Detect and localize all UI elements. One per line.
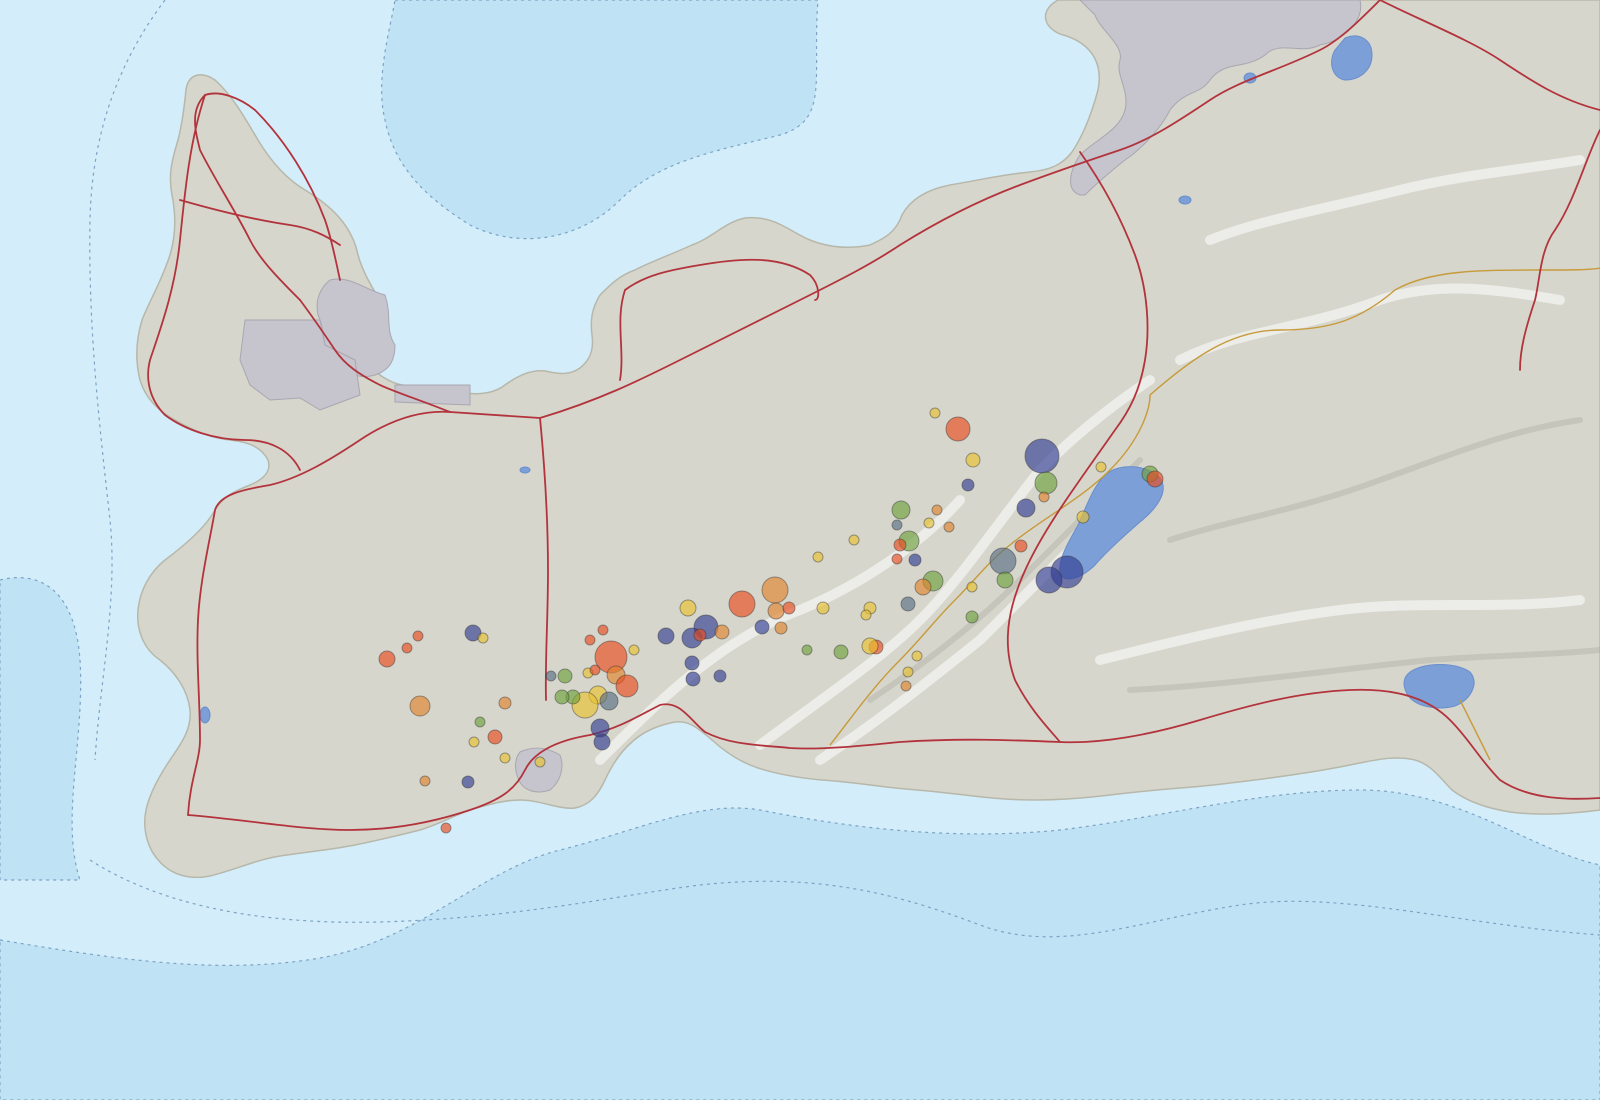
earthquake-marker[interactable] xyxy=(693,628,707,642)
lake-east xyxy=(1403,664,1475,709)
earthquake-marker[interactable] xyxy=(761,576,789,604)
earthquake-marker[interactable] xyxy=(767,602,785,620)
earthquake-marker[interactable] xyxy=(911,650,923,662)
earthquake-marker[interactable] xyxy=(965,610,979,624)
earthquake-marker[interactable] xyxy=(499,752,511,764)
earthquake-marker[interactable] xyxy=(401,642,413,654)
earthquake-marker[interactable] xyxy=(487,729,503,745)
earthquake-marker[interactable] xyxy=(1146,470,1164,488)
earthquake-marker[interactable] xyxy=(908,553,922,567)
earthquake-marker[interactable] xyxy=(996,571,1014,589)
earthquake-marker[interactable] xyxy=(931,504,943,516)
earthquake-marker[interactable] xyxy=(728,590,756,618)
earthquake-marker[interactable] xyxy=(860,609,872,621)
earthquake-marker[interactable] xyxy=(801,644,813,656)
earthquake-marker[interactable] xyxy=(816,601,830,615)
earthquake-marker[interactable] xyxy=(657,627,675,645)
earthquake-marker[interactable] xyxy=(378,650,396,668)
earthquake-marker[interactable] xyxy=(1014,539,1028,553)
earthquake-marker[interactable] xyxy=(989,547,1017,575)
earthquake-marker[interactable] xyxy=(966,581,978,593)
earthquake-marker[interactable] xyxy=(589,664,601,676)
earthquake-marker[interactable] xyxy=(1024,438,1060,474)
earthquake-marker[interactable] xyxy=(1095,461,1107,473)
earthquake-marker[interactable] xyxy=(714,624,730,640)
earthquake-marker[interactable] xyxy=(597,624,609,636)
earthquake-marker[interactable] xyxy=(961,478,975,492)
earthquake-marker[interactable] xyxy=(891,553,903,565)
earthquake-marker[interactable] xyxy=(409,695,431,717)
map-canvas[interactable] xyxy=(0,0,1600,1100)
earthquake-marker[interactable] xyxy=(965,452,981,468)
earthquake-marker[interactable] xyxy=(599,691,619,711)
earthquake-marker[interactable] xyxy=(1076,510,1090,524)
deep-water-west xyxy=(0,576,82,881)
pond-3 xyxy=(519,466,531,474)
earthquake-marker[interactable] xyxy=(914,578,932,596)
earthquake-marker[interactable] xyxy=(1016,498,1036,518)
earthquake-marker[interactable] xyxy=(534,756,546,768)
earthquake-marker[interactable] xyxy=(461,775,475,789)
earthquake-marker[interactable] xyxy=(628,644,640,656)
earthquake-marker[interactable] xyxy=(833,644,849,660)
earthquake-marker[interactable] xyxy=(891,519,903,531)
earthquake-marker[interactable] xyxy=(943,521,955,533)
earthquake-marker[interactable] xyxy=(812,551,824,563)
earthquake-marker[interactable] xyxy=(1038,491,1050,503)
earthquake-marker[interactable] xyxy=(929,407,941,419)
earthquake-marker[interactable] xyxy=(545,670,557,682)
earthquake-marker[interactable] xyxy=(782,601,796,615)
earthquake-marker[interactable] xyxy=(685,671,701,687)
earthquake-marker[interactable] xyxy=(468,736,480,748)
earthquake-marker[interactable] xyxy=(554,689,570,705)
earthquake-marker[interactable] xyxy=(684,655,700,671)
earthquake-marker[interactable] xyxy=(584,634,596,646)
earthquake-marker[interactable] xyxy=(900,680,912,692)
earthquake-marker[interactable] xyxy=(945,416,971,442)
earthquake-marker[interactable] xyxy=(861,637,879,655)
earthquake-marker[interactable] xyxy=(679,599,697,617)
earthquake-marker[interactable] xyxy=(557,668,573,684)
pond-4 xyxy=(199,706,211,724)
earthquake-marker[interactable] xyxy=(923,517,935,529)
earthquake-marker[interactable] xyxy=(477,632,489,644)
earthquake-marker[interactable] xyxy=(474,716,486,728)
earthquake-marker[interactable] xyxy=(848,534,860,546)
earthquake-marker[interactable] xyxy=(498,696,512,710)
earthquake-marker[interactable] xyxy=(440,822,452,834)
earthquake-marker[interactable] xyxy=(774,621,788,635)
earthquake-marker[interactable] xyxy=(891,500,911,520)
earthquake-marker[interactable] xyxy=(900,596,916,612)
earthquake-marker[interactable] xyxy=(1035,566,1063,594)
earthquake-marker[interactable] xyxy=(419,775,431,787)
earthquake-marker[interactable] xyxy=(893,538,907,552)
earthquake-marker[interactable] xyxy=(713,669,727,683)
earthquake-marker[interactable] xyxy=(593,733,611,751)
earthquake-marker[interactable] xyxy=(412,630,424,642)
earthquake-marker[interactable] xyxy=(1034,471,1058,495)
earthquake-marker[interactable] xyxy=(902,666,914,678)
map-view[interactable] xyxy=(0,0,1600,1100)
earthquake-marker[interactable] xyxy=(754,619,770,635)
pond-2 xyxy=(1178,195,1192,205)
earthquake-marker[interactable] xyxy=(615,674,639,698)
